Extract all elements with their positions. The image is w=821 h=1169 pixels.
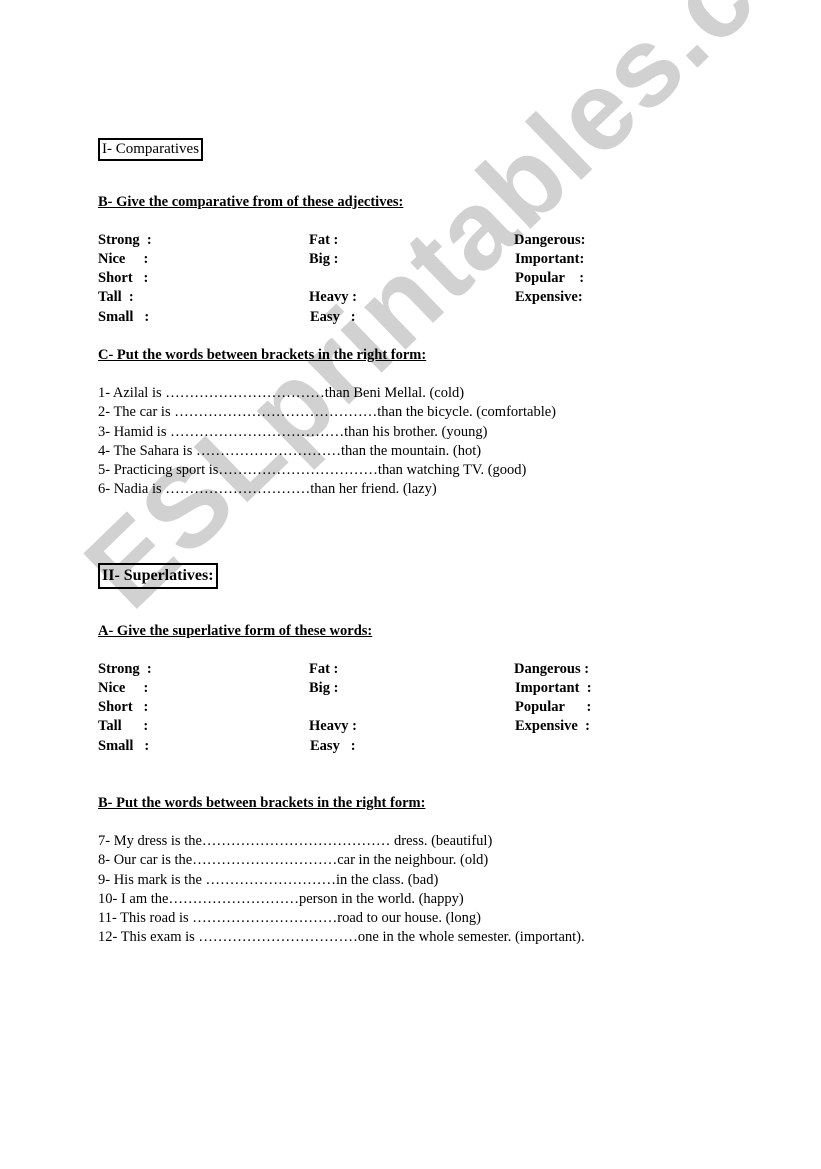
adjective-item: Heavy :: [309, 718, 357, 734]
adjective-item: Important :: [515, 680, 592, 696]
adjective-item: Dangerous :: [514, 661, 590, 677]
adjective-item: Important:: [515, 251, 585, 267]
exercise-sentence: 9- His mark is the ………………………in the class…: [98, 872, 439, 888]
adjective-item: Short :: [98, 699, 149, 715]
heading-superlative-sentences: B- Put the words between brackets in the…: [98, 795, 426, 811]
adjective-item: Dangerous:: [514, 232, 586, 248]
adjective-item: Fat :: [309, 232, 339, 248]
adjective-item: Strong :: [98, 661, 152, 677]
exercise-sentence: 10- I am the………………………person in the world…: [98, 891, 464, 907]
adjective-item: Popular :: [515, 270, 585, 286]
adjective-item: Popular :: [515, 699, 592, 715]
heading-comparative-adjectives: B- Give the comparative from of these ad…: [98, 194, 404, 210]
section-title-superlatives: II- Superlatives:: [98, 563, 218, 589]
adjective-item: Nice :: [98, 680, 149, 696]
exercise-sentence: 4- The Sahara is …………………………than the moun…: [98, 443, 482, 459]
adjective-item: Big :: [309, 680, 339, 696]
exercise-sentence: 8- Our car is the…………………………car in the ne…: [98, 852, 489, 868]
adjective-item: Nice :: [98, 251, 149, 267]
adjective-item: Tall :: [98, 718, 149, 734]
exercise-sentence: 2- The car is ……………………………………than the bic…: [98, 404, 556, 420]
exercise-sentence: 3- Hamid is ………………………………than his brother…: [98, 424, 488, 440]
adjective-item: Expensive:: [515, 289, 583, 305]
adjective-item: Easy :: [310, 309, 356, 325]
adjective-item: Short :: [98, 270, 149, 286]
adjective-item: Heavy :: [309, 289, 357, 305]
worksheet-page: ESLprintables.com I- Comparatives B- Giv…: [0, 0, 821, 1169]
heading-superlative-words: A- Give the superlative form of these wo…: [98, 623, 373, 639]
worksheet-content: I- Comparatives B- Give the comparative …: [0, 0, 821, 1169]
adjective-item: Fat :: [309, 661, 339, 677]
exercise-sentence: 6- Nadia is …………………………than her friend. (…: [98, 481, 437, 497]
section-title-comparatives: I- Comparatives: [98, 138, 204, 161]
adjective-item: Small :: [98, 309, 150, 325]
exercise-sentence: 7- My dress is the………………………………… dress. (…: [98, 833, 493, 849]
exercise-sentence: 11- This road is …………………………road to our h…: [98, 910, 482, 926]
adjective-item: Tall :: [98, 289, 134, 305]
exercise-sentence: 1- Azilal is ……………………………than Beni Mellal…: [98, 385, 465, 401]
adjective-item: Expensive :: [515, 718, 590, 734]
adjective-item: Easy :: [310, 738, 356, 754]
exercise-sentence: 5- Practicing sport is……………………………than wa…: [98, 462, 527, 478]
adjective-item: Strong :: [98, 232, 152, 248]
adjective-item: Big :: [309, 251, 339, 267]
exercise-sentence: 12- This exam is ……………………………one in the w…: [98, 929, 585, 945]
heading-comparative-sentences: C- Put the words between brackets in the…: [98, 347, 427, 363]
adjective-item: Small :: [98, 738, 150, 754]
